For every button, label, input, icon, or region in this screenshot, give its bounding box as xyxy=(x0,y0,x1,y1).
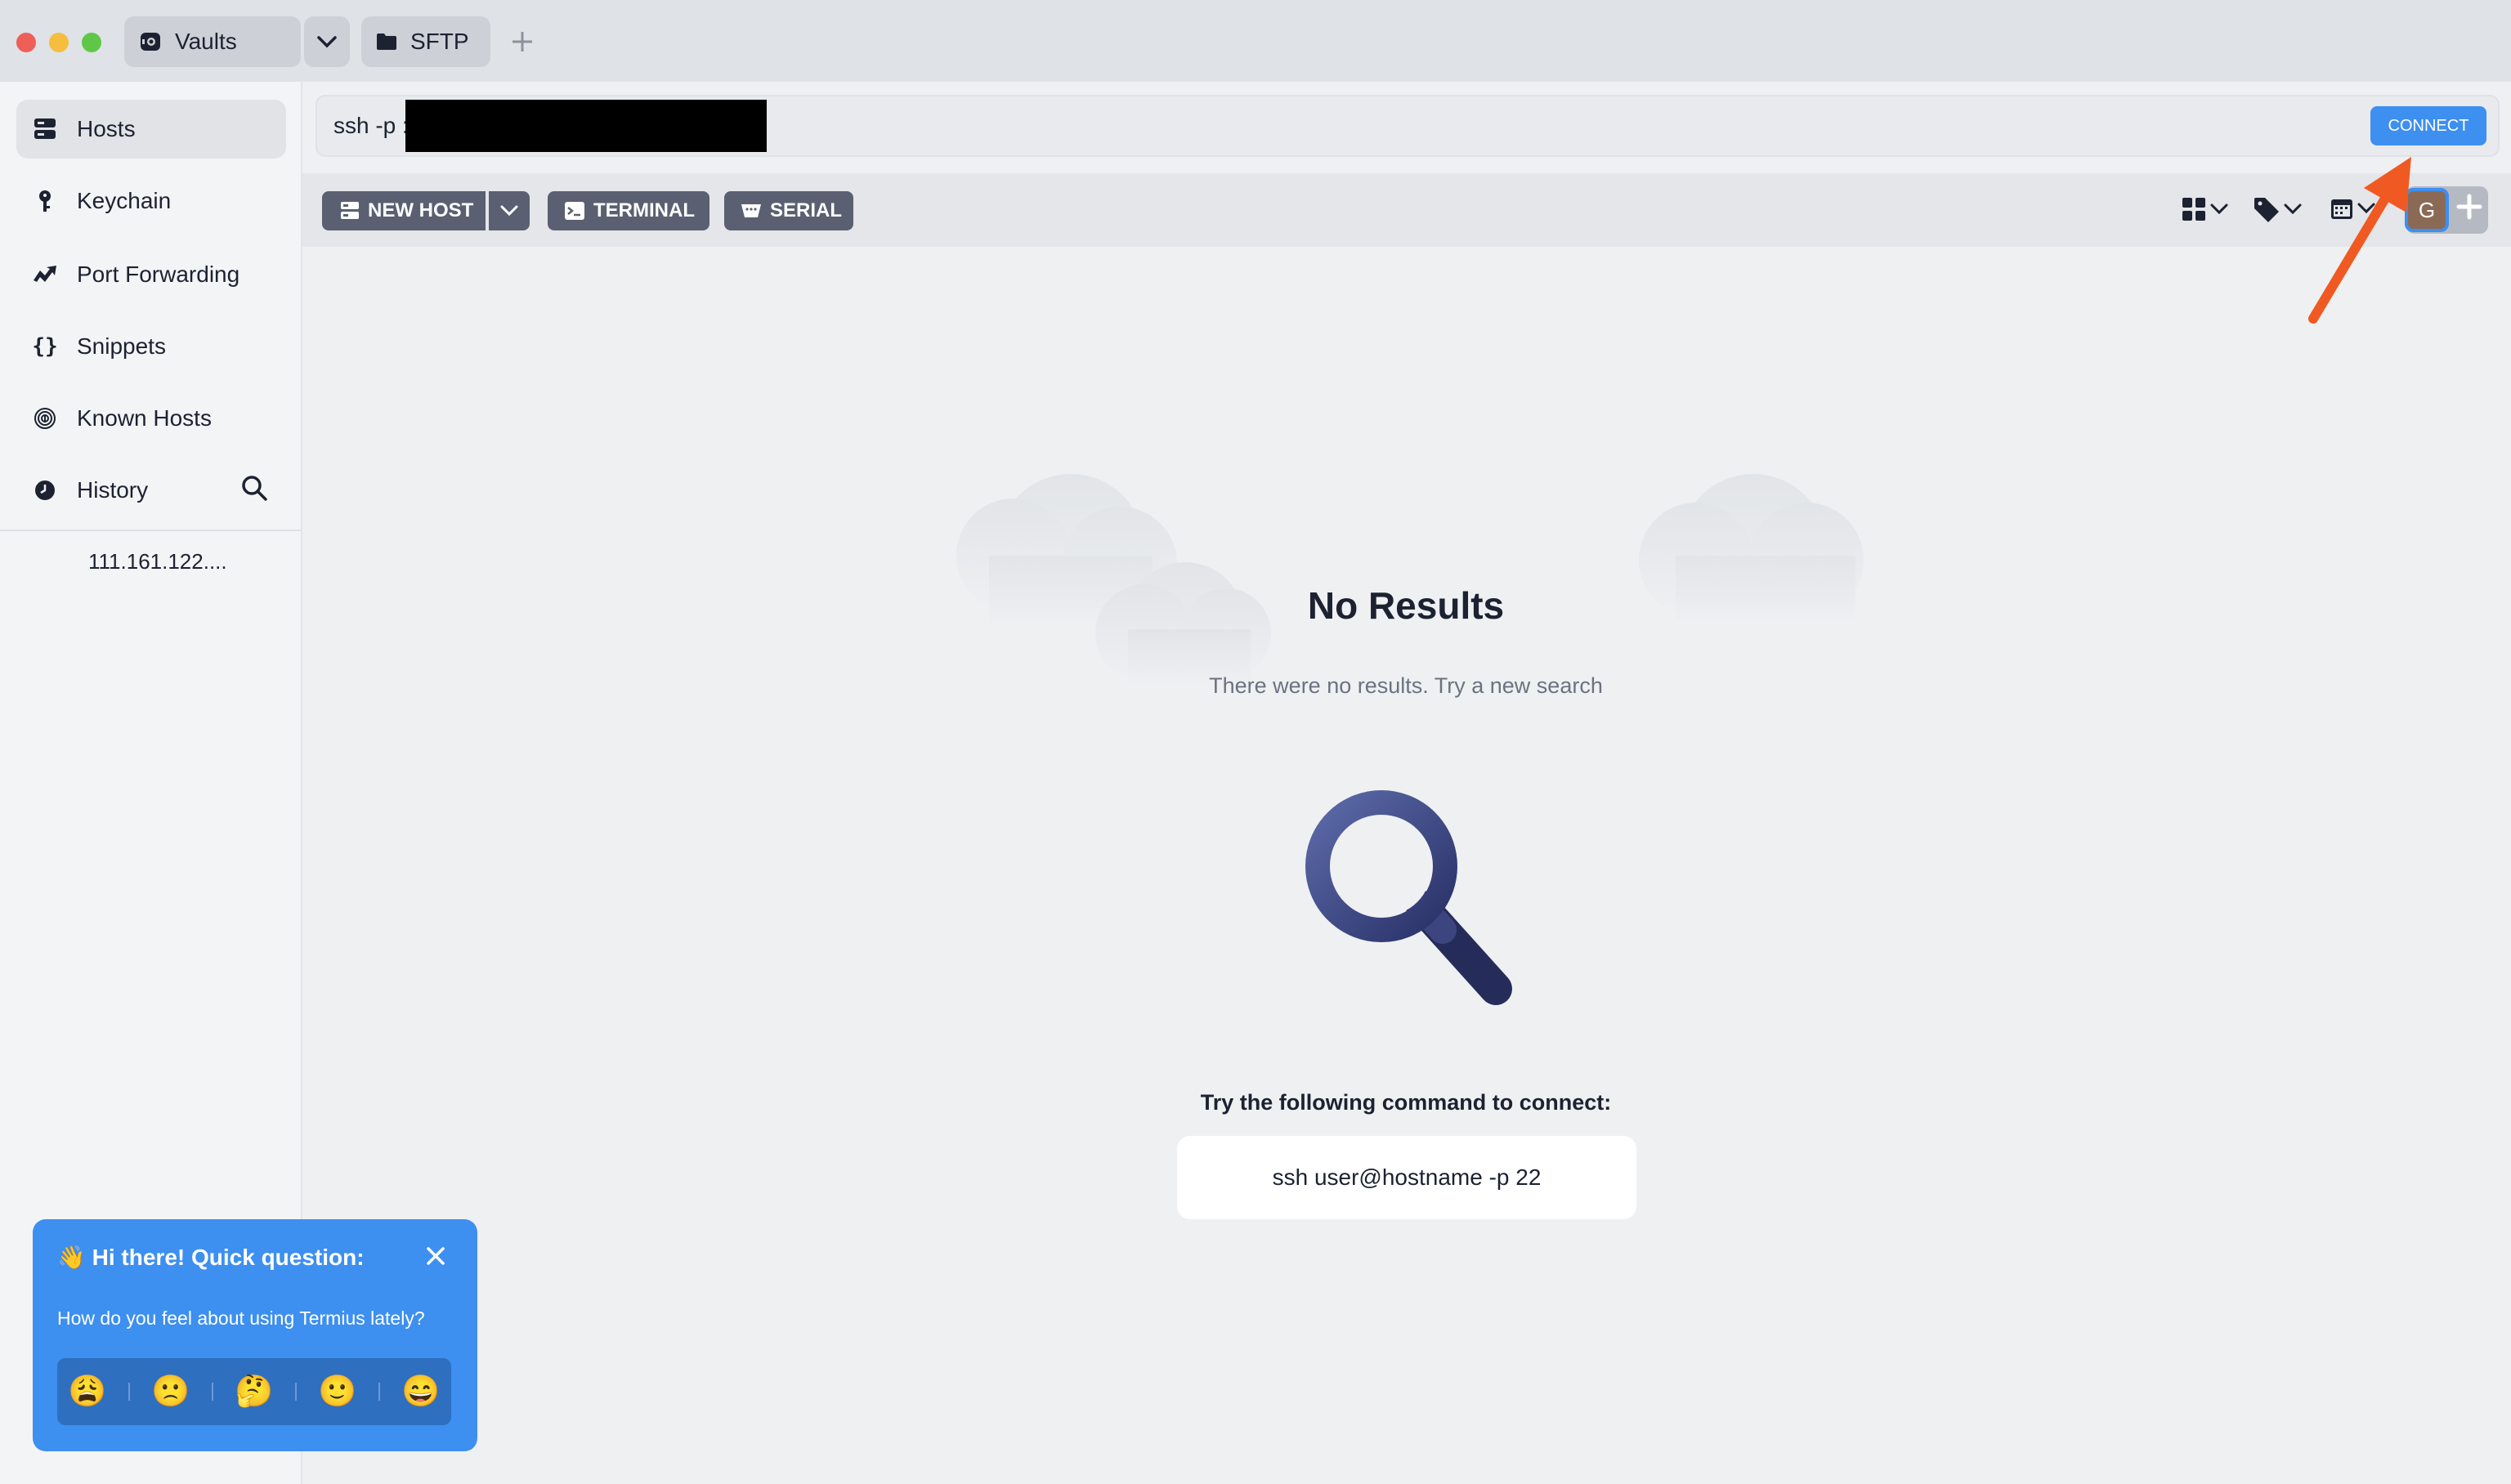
survey-question: How do you feel about using Termius late… xyxy=(57,1307,425,1329)
rating-emoji-smile[interactable]: 🙂 xyxy=(318,1376,356,1407)
tab-label: SFTP xyxy=(410,29,469,54)
sidebar-item-hosts[interactable]: Hosts xyxy=(16,100,286,159)
serial-port-icon xyxy=(741,202,762,220)
rating-divider xyxy=(294,1383,297,1401)
survey-close-button[interactable] xyxy=(423,1244,448,1272)
folder-icon xyxy=(376,33,397,51)
sidebar-item-port-forwarding[interactable]: Port Forwarding xyxy=(16,245,286,304)
minimize-window-button[interactable] xyxy=(49,33,69,52)
rating-divider xyxy=(211,1383,213,1401)
sidebar-item-snippets[interactable]: {} Snippets xyxy=(16,317,286,376)
rating-divider xyxy=(128,1383,130,1401)
plus-icon xyxy=(2455,194,2483,224)
title-bar: Vaults SFTP xyxy=(0,0,2511,82)
terminal-button[interactable]: TERMINAL xyxy=(548,191,709,230)
sidebar-item-label: Keychain xyxy=(77,188,172,213)
zoom-window-button[interactable] xyxy=(82,33,101,52)
serial-label: SERIAL xyxy=(770,199,843,221)
rating-divider xyxy=(378,1383,380,1401)
vaults-dropdown-button[interactable] xyxy=(304,16,350,67)
sidebar-item-label: Port Forwarding xyxy=(77,261,240,287)
command-input[interactable]: ssh -p : xyxy=(333,113,409,139)
chevron-down-icon xyxy=(500,199,518,222)
new-tab-button[interactable] xyxy=(510,29,535,58)
connect-button[interactable]: CONNECT xyxy=(2370,106,2486,145)
server-icon xyxy=(340,201,360,221)
fingerprint-icon xyxy=(31,406,59,431)
sidebar-divider xyxy=(0,530,301,531)
sidebar-item-label: History xyxy=(77,477,149,503)
example-command[interactable]: ssh user@hostname -p 22 xyxy=(1177,1136,1636,1219)
chevron-down-icon xyxy=(316,29,338,55)
sidebar-item-known-hosts[interactable]: Known Hosts xyxy=(16,389,286,448)
tags-filter-button[interactable] xyxy=(2253,196,2302,226)
empty-state-subtitle: There were no results. Try a new search xyxy=(1209,673,1603,698)
sidebar-item-label: Snippets xyxy=(77,333,166,359)
survey-title: 👋 Hi there! Quick question: xyxy=(57,1245,365,1270)
clock-icon xyxy=(31,478,59,503)
rating-emoji-frown[interactable]: 🙁 xyxy=(151,1376,190,1407)
tab-sftp[interactable]: SFTP xyxy=(361,16,490,67)
rating-emoji-thinking[interactable]: 🤔 xyxy=(235,1376,273,1407)
magnifier-icon xyxy=(1300,784,1529,1034)
view-mode-button[interactable] xyxy=(2181,196,2228,226)
connect-hint: Try the following command to connect: xyxy=(1200,1090,1612,1115)
tab-label: Vaults xyxy=(175,29,237,54)
forward-icon xyxy=(31,262,59,287)
redacted-host xyxy=(405,100,767,152)
new-host-button[interactable]: NEW HOST xyxy=(322,191,486,230)
command-bar: ssh -p : CONNECT xyxy=(316,95,2500,157)
search-icon xyxy=(240,476,268,505)
new-host-label: NEW HOST xyxy=(368,199,474,221)
tab-vaults[interactable]: Vaults xyxy=(124,16,301,67)
history-entry[interactable]: 111.161.122.... xyxy=(88,549,227,574)
sidebar-item-label: Hosts xyxy=(77,116,136,141)
feedback-survey: 👋 Hi there! Quick question: How do you f… xyxy=(33,1219,477,1451)
braces-icon: {} xyxy=(32,334,58,359)
terminal-icon xyxy=(564,201,585,221)
close-icon xyxy=(423,1247,448,1272)
sidebar-item-keychain[interactable]: Keychain xyxy=(16,172,286,230)
sidebar-item-label: Known Hosts xyxy=(77,405,212,431)
empty-state-title: No Results xyxy=(1307,584,1505,627)
server-icon xyxy=(31,117,59,141)
tag-icon xyxy=(2253,196,2280,226)
vault-icon xyxy=(139,30,162,53)
add-account-button[interactable] xyxy=(2455,193,2483,225)
grid-icon xyxy=(2181,196,2207,226)
rating-emoji-grin[interactable]: 😄 xyxy=(401,1376,440,1407)
new-host-dropdown-button[interactable] xyxy=(489,191,530,230)
history-search-button[interactable] xyxy=(240,474,268,506)
plus-icon xyxy=(510,32,535,57)
annotation-arrow xyxy=(2297,147,2428,339)
chevron-down-icon xyxy=(2210,203,2228,219)
terminal-label: TERMINAL xyxy=(593,199,695,221)
survey-rating-bar: 😩 🙁 🤔 🙂 😄 xyxy=(57,1358,451,1425)
close-window-button[interactable] xyxy=(16,33,36,52)
rating-emoji-weary[interactable]: 😩 xyxy=(68,1376,106,1407)
serial-button[interactable]: SERIAL xyxy=(724,191,853,230)
key-icon xyxy=(31,189,59,213)
